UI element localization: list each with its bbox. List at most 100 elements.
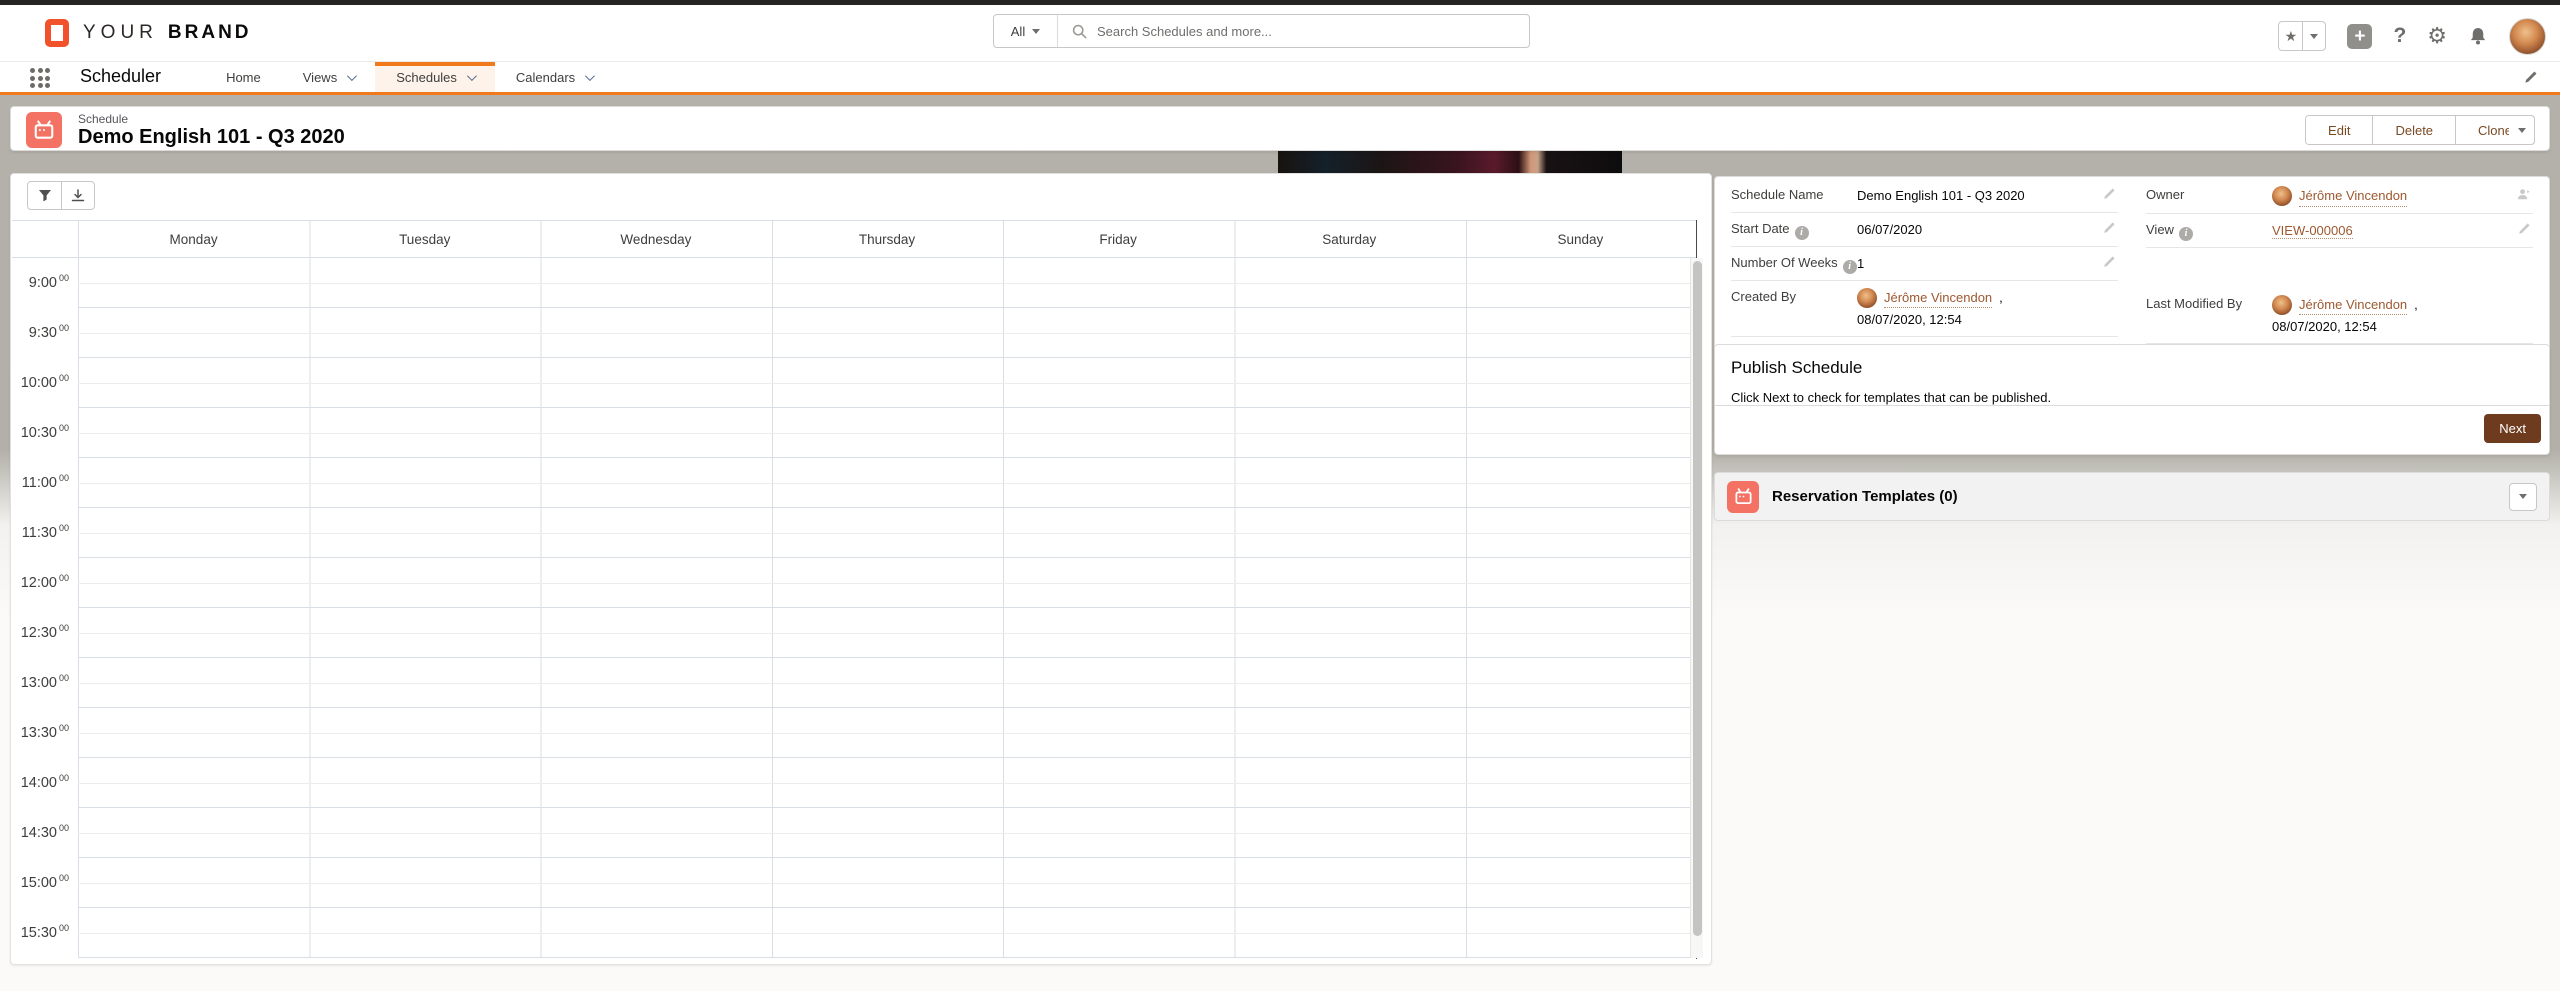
half-hour-line	[78, 483, 1696, 484]
field-last-modified-by: Last Modified By Jérôme Vincendon , 08/0…	[2146, 288, 2533, 344]
chevron-down-icon	[467, 71, 477, 81]
time-grid-body[interactable]: 9:0000 9:3000 10:0000	[12, 258, 1696, 959]
field-spacer	[2146, 248, 2533, 288]
user-link[interactable]: Jérôme Vincendon	[2299, 186, 2407, 207]
calendar-scrollbar	[1690, 258, 1703, 958]
divider	[1715, 405, 2549, 406]
tab-schedules[interactable]: Schedules	[375, 62, 495, 92]
download-button[interactable]	[61, 182, 94, 209]
day-header-row: MondayTuesdayWednesdayThursdayFridaySatu…	[12, 220, 1696, 258]
help-icon[interactable]: ?	[2393, 24, 2406, 48]
time-slot-row[interactable]: 11:3000	[12, 508, 1696, 558]
time-slot-row[interactable]: 14:3000	[12, 808, 1696, 858]
field-created-by: Created By Jérôme Vincendon , 08/07/2020…	[1731, 281, 2118, 337]
collapse-section-button[interactable]	[2509, 483, 2537, 511]
time-axis-label: 13:3000	[12, 708, 78, 758]
day-header-cell: Wednesday	[540, 221, 771, 257]
inline-edit-pencil-icon[interactable]	[2102, 221, 2116, 235]
calendar-grid[interactable]: MondayTuesdayWednesdayThursdayFridaySatu…	[12, 220, 1697, 959]
calendar-scrollbar-thumb[interactable]	[1693, 261, 1702, 936]
search-input[interactable]	[1097, 24, 1529, 39]
day-header-cell: Thursday	[771, 221, 1002, 257]
user-avatar-small	[2272, 186, 2292, 206]
reservation-template-entity-icon	[1727, 481, 1759, 513]
half-hour-line	[78, 733, 1696, 734]
user-link[interactable]: Jérôme Vincendon	[1884, 288, 1992, 309]
change-owner-icon[interactable]	[2516, 187, 2531, 202]
info-icon[interactable]: i	[1843, 260, 1857, 274]
time-slot-row[interactable]: 11:0000	[12, 458, 1696, 508]
info-icon[interactable]: i	[1795, 226, 1809, 240]
page-content: Schedule Demo English 101 - Q3 2020 Edit…	[0, 95, 2560, 991]
global-header: YOUR BRAND All ★ + ? ⚙	[0, 5, 2560, 62]
half-hour-line	[78, 533, 1696, 534]
inline-edit-pencil-icon[interactable]	[2102, 255, 2116, 269]
day-header-cell: Tuesday	[309, 221, 540, 257]
brand-logo-icon	[45, 19, 69, 47]
time-axis-label: 14:0000	[12, 758, 78, 808]
half-hour-line	[78, 283, 1696, 284]
app-launcher-icon[interactable]	[30, 68, 56, 88]
half-hour-line	[78, 583, 1696, 584]
edit-navbar-pencil-icon[interactable]	[2523, 70, 2538, 85]
inline-edit-pencil-icon[interactable]	[2517, 222, 2531, 236]
time-slot-row[interactable]: 9:3000	[12, 308, 1696, 358]
publish-card-description: Click Next to check for templates that c…	[1731, 390, 2533, 405]
record-header-card: Schedule Demo English 101 - Q3 2020 Edit…	[10, 106, 2550, 151]
edit-button[interactable]: Edit	[2306, 116, 2373, 144]
search-scope-selector[interactable]: All	[994, 15, 1058, 47]
time-axis-label: 10:3000	[12, 408, 78, 458]
brand-logo-text-light: YOUR	[83, 22, 158, 44]
more-actions-dropdown-button[interactable]	[2509, 115, 2535, 145]
inline-edit-pencil-icon[interactable]	[2102, 187, 2116, 201]
global-actions-button[interactable]: +	[2347, 24, 2372, 49]
time-slot-row[interactable]: 12:0000	[12, 558, 1696, 608]
time-axis-label: 15:0000	[12, 858, 78, 908]
time-slot-row[interactable]: 15:0000	[12, 858, 1696, 908]
time-axis-label: 9:0000	[12, 258, 78, 308]
page-title: Demo English 101 - Q3 2020	[78, 126, 345, 149]
time-slot-row[interactable]: 15:3000	[12, 908, 1696, 958]
time-slot-row[interactable]: 9:0000	[12, 258, 1696, 308]
field-schedule-name: Schedule Name Demo English 101 - Q3 2020	[1731, 179, 2118, 213]
time-slot-row[interactable]: 13:0000	[12, 658, 1696, 708]
publish-card-title: Publish Schedule	[1731, 358, 2533, 378]
tab-calendars[interactable]: Calendars	[495, 62, 613, 92]
field-start-date: Start Datei 06/07/2020	[1731, 213, 2118, 247]
time-axis-label: 11:3000	[12, 508, 78, 558]
entity-label: Schedule	[78, 112, 128, 126]
time-slot-row[interactable]: 10:0000	[12, 358, 1696, 408]
field-number-of-weeks: Number Of Weeksi 1	[1731, 247, 2118, 281]
favorites-control: ★	[2278, 21, 2326, 51]
half-hour-line	[78, 883, 1696, 884]
day-header-cell: Saturday	[1234, 221, 1465, 257]
brand-logo-text-bold: BRAND	[168, 22, 252, 44]
user-avatar-small	[2272, 295, 2292, 315]
time-slot-row[interactable]: 14:0000	[12, 758, 1696, 808]
delete-button[interactable]: Delete	[2373, 116, 2456, 144]
user-avatar[interactable]	[2509, 18, 2546, 55]
time-axis-label: 9:3000	[12, 308, 78, 358]
time-axis-corner	[12, 221, 78, 257]
time-slot-row[interactable]: 13:3000	[12, 708, 1696, 758]
tab-home[interactable]: Home	[205, 62, 282, 92]
favorite-star-button[interactable]: ★	[2279, 22, 2302, 50]
favorites-dropdown-button[interactable]	[2302, 22, 2325, 50]
half-hour-line	[78, 633, 1696, 634]
schedule-entity-icon	[26, 112, 62, 148]
time-slot-row[interactable]: 12:3000	[12, 608, 1696, 658]
global-search: All	[993, 14, 1530, 48]
tab-views[interactable]: Views	[282, 62, 375, 92]
half-hour-line	[78, 683, 1696, 684]
filter-button[interactable]	[28, 182, 61, 209]
setup-gear-icon[interactable]: ⚙	[2427, 23, 2447, 49]
time-axis-label: 12:0000	[12, 558, 78, 608]
next-button[interactable]: Next	[2484, 414, 2541, 443]
record-action-buttons: EditDeleteClone	[2305, 115, 2535, 145]
info-icon[interactable]: i	[2179, 227, 2193, 241]
reservation-templates-header[interactable]: Reservation Templates (0)	[1714, 472, 2550, 521]
record-link[interactable]: VIEW-000006	[2272, 223, 2353, 239]
time-slot-row[interactable]: 10:3000	[12, 408, 1696, 458]
notifications-bell-icon[interactable]	[2468, 26, 2488, 46]
user-link[interactable]: Jérôme Vincendon	[2299, 295, 2407, 316]
